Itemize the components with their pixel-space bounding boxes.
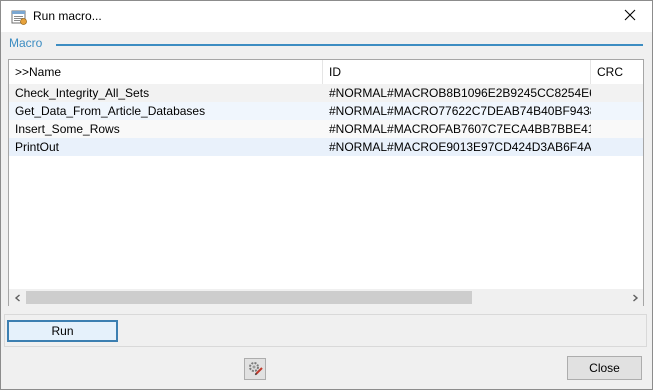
table-row[interactable]: Get_Data_From_Article_Databases #NORMAL#… <box>9 102 643 120</box>
group-divider <box>56 44 643 46</box>
cell-crc <box>597 120 643 138</box>
column-header-id[interactable]: ID <box>323 60 590 84</box>
title-bar: Run macro... <box>1 1 652 32</box>
column-header-crc[interactable]: CRC <box>591 60 643 84</box>
tool-button[interactable] <box>244 358 266 380</box>
cell-crc <box>597 138 643 156</box>
cell-crc <box>597 102 643 120</box>
close-window-button[interactable] <box>608 1 652 32</box>
cell-name: PrintOut <box>15 140 60 154</box>
scrollbar-thumb[interactable] <box>26 291 472 304</box>
group-label: Macro <box>9 36 43 50</box>
scroll-right-button[interactable] <box>626 289 643 306</box>
horizontal-scrollbar[interactable] <box>9 289 643 306</box>
cell-name: Get_Data_From_Article_Databases <box>15 104 206 118</box>
scroll-left-button[interactable] <box>9 289 26 306</box>
close-icon <box>624 9 636 24</box>
cell-id: #NORMAL#MACROFAB7607C7ECA4BB7BBE41126... <box>329 122 591 136</box>
list-rows: Check_Integrity_All_Sets #NORMAL#MACROB8… <box>9 84 643 156</box>
run-button[interactable]: Run <box>7 320 118 342</box>
table-row[interactable]: Insert_Some_Rows #NORMAL#MACROFAB7607C7E… <box>9 120 643 138</box>
table-row[interactable]: Check_Integrity_All_Sets #NORMAL#MACROB8… <box>9 84 643 102</box>
macro-group-header: Macro <box>8 36 645 52</box>
window-title: Run macro... <box>33 9 102 23</box>
chevron-right-icon <box>631 291 639 305</box>
cell-id: #NORMAL#MACROE9013E97CD424D3AB6F4A840... <box>329 140 591 154</box>
table-row[interactable]: PrintOut #NORMAL#MACROE9013E97CD424D3AB6… <box>9 138 643 156</box>
cell-id: #NORMAL#MACROB8B1096E2B9245CC8254E6F15..… <box>329 86 591 100</box>
cell-name: Check_Integrity_All_Sets <box>15 86 150 100</box>
cell-id: #NORMAL#MACRO77622C7DEAB74B40BF94382D... <box>329 104 591 118</box>
run-macro-dialog: Run macro... Macro >>Name ID CRC Check_I… <box>0 0 653 390</box>
list-header: >>Name ID CRC <box>9 60 643 85</box>
cell-crc <box>597 84 643 102</box>
chevron-left-icon <box>14 291 22 305</box>
gear-pencil-icon <box>247 360 263 379</box>
cell-name: Insert_Some_Rows <box>15 122 120 136</box>
macro-list: >>Name ID CRC Check_Integrity_All_Sets #… <box>8 59 644 306</box>
macro-window-icon <box>11 9 27 25</box>
column-header-name[interactable]: >>Name <box>9 60 322 84</box>
close-button[interactable]: Close <box>567 356 642 380</box>
